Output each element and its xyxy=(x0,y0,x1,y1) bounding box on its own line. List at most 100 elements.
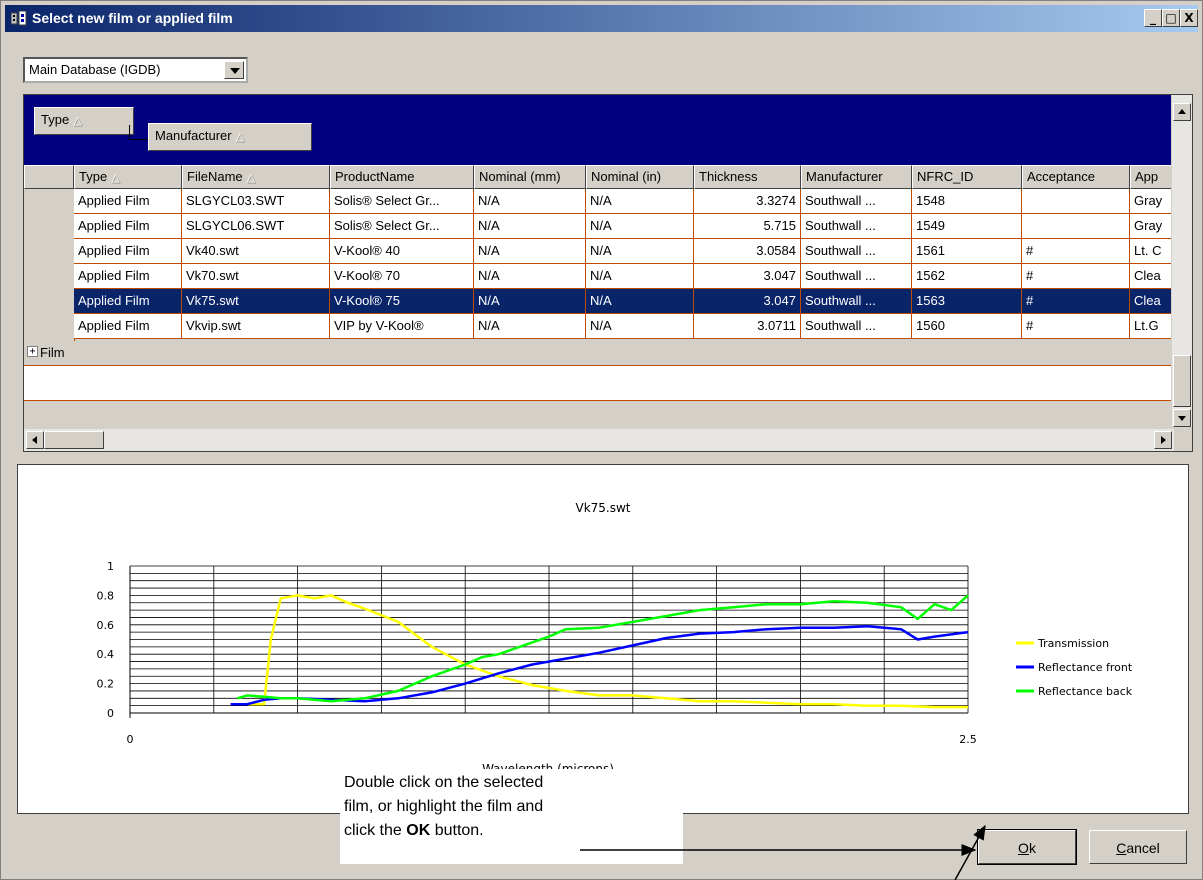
chevron-down-icon[interactable] xyxy=(224,61,244,79)
expand-plus-icon[interactable]: + xyxy=(27,346,38,357)
group-row-film[interactable]: + Film xyxy=(24,341,1172,366)
legend-label: Reflectance front xyxy=(1038,661,1133,674)
horizontal-scrollbar[interactable] xyxy=(24,429,1174,451)
column-header-filename[interactable]: FileName △ xyxy=(182,165,330,189)
maximize-icon: □ xyxy=(1165,11,1177,25)
group-chip-type[interactable]: Type △ xyxy=(34,107,134,135)
cell-productname: Solis® Select Gr... xyxy=(330,189,474,214)
cell-nominal-mm: N/A xyxy=(474,189,586,214)
cell-nominal-in: N/A xyxy=(586,314,694,339)
cell-nfrc-id: 1560 xyxy=(912,314,1022,339)
sort-ascending-icon: △ xyxy=(73,115,82,127)
column-header-label: ProductName xyxy=(335,169,415,184)
cell-nominal-in: N/A xyxy=(586,189,694,214)
group-chip-manufacturer[interactable]: Manufacturer △ xyxy=(148,123,312,151)
y-tick-label: 1 xyxy=(107,560,114,573)
group-link-line xyxy=(129,125,150,140)
cell-app: Clea xyxy=(1130,289,1172,314)
cell-productname: VIP by V-Kool® xyxy=(330,314,474,339)
cell-acceptance: # xyxy=(1022,289,1130,314)
cell-thickness: 3.0711 xyxy=(694,314,801,339)
cell-nfrc-id: 1561 xyxy=(912,239,1022,264)
scroll-right-icon[interactable] xyxy=(1154,431,1172,449)
column-header-manufacturer[interactable]: Manufacturer xyxy=(801,165,912,189)
cell-acceptance: # xyxy=(1022,314,1130,339)
grid-empty-area xyxy=(24,366,1172,401)
cell-filename: SLGYCL06.SWT xyxy=(182,214,330,239)
group-by-band: Type △ Manufacturer △ xyxy=(24,95,1172,165)
instruction-callout: Double click on the selected film, or hi… xyxy=(340,769,683,864)
column-header-app[interactable]: App xyxy=(1130,165,1172,189)
cancel-button[interactable]: Cancel xyxy=(1089,830,1187,864)
cell-thickness: 3.047 xyxy=(694,289,801,314)
cancel-label: ancel xyxy=(1126,840,1160,856)
table-row[interactable]: Applied Film Vkvip.swt VIP by V-Kool® N/A N/… xyxy=(24,314,1172,339)
vertical-scroll-thumb[interactable] xyxy=(1173,355,1191,407)
column-header-label: Nominal (mm) xyxy=(479,169,561,184)
scroll-left-icon[interactable] xyxy=(26,431,44,449)
group-row-label: Film xyxy=(40,345,65,360)
column-header-thickness[interactable]: Thickness xyxy=(694,165,801,189)
cell-nominal-in: N/A xyxy=(586,239,694,264)
vertical-scrollbar[interactable] xyxy=(1171,95,1192,427)
scroll-up-icon[interactable] xyxy=(1173,103,1191,121)
film-app-icon xyxy=(11,11,27,26)
cell-thickness: 3.3274 xyxy=(694,189,801,214)
column-header-acceptance[interactable]: Acceptance xyxy=(1022,165,1130,189)
window-title: Select new film or applied film xyxy=(32,10,233,26)
cell-nfrc-id: 1548 xyxy=(912,189,1022,214)
column-header-nominal-mm[interactable]: Nominal (mm) xyxy=(474,165,586,189)
cancel-mnemonic: C xyxy=(1116,840,1127,856)
series-line-reflectance-back xyxy=(236,594,969,703)
ok-button[interactable]: Ok xyxy=(977,829,1077,865)
x-tick-label: 0 xyxy=(127,733,134,746)
sort-ascending-icon: △ xyxy=(111,172,120,184)
cell-manufacturer: Southwall ... xyxy=(801,239,912,264)
table-row[interactable]: Applied Film Vk70.swt V-Kool® 70 N/A N/A 3.04… xyxy=(24,264,1172,289)
cell-thickness: 3.0584 xyxy=(694,239,801,264)
table-row[interactable]: Applied Film SLGYCL03.SWT Solis® Select Gr… xyxy=(24,189,1172,214)
close-button[interactable]: X xyxy=(1180,9,1198,27)
cell-nominal-mm: N/A xyxy=(474,289,586,314)
column-header-type[interactable]: Type △ xyxy=(74,165,182,189)
group-chip-label: Manufacturer xyxy=(155,128,232,143)
maximize-button[interactable]: □ xyxy=(1162,9,1180,27)
table-row[interactable]: Applied Film Vk75.swt V-Kool® 75 N/A N/A 3.04… xyxy=(24,289,1172,314)
cell-app: Clea xyxy=(1130,264,1172,289)
chart-title: Vk75.swt xyxy=(575,501,630,515)
column-header-label: NFRC_ID xyxy=(917,169,974,184)
column-header-stub xyxy=(24,165,74,189)
cell-productname: V-Kool® 40 xyxy=(330,239,474,264)
column-header-label: Type xyxy=(79,169,108,184)
group-chip-label: Type xyxy=(41,112,70,127)
title-bar: Select new film or applied film _ □ X xyxy=(5,5,1198,32)
cell-filename: Vk40.swt xyxy=(182,239,330,264)
callout-bold-text: OK xyxy=(406,822,431,839)
cell-acceptance xyxy=(1022,214,1130,239)
minimize-button[interactable]: _ xyxy=(1144,9,1162,27)
cell-thickness: 3.047 xyxy=(694,264,801,289)
horizontal-scroll-thumb[interactable] xyxy=(44,431,104,449)
column-header-label: Thickness xyxy=(699,169,758,184)
table-row[interactable]: Applied Film Vk40.swt V-Kool® 40 N/A N/A 3.05… xyxy=(24,239,1172,264)
series-line-reflectance-front xyxy=(230,625,969,706)
y-tick-label: 0.8 xyxy=(97,589,115,602)
table-row[interactable]: Applied Film SLGYCL06.SWT Solis® Select Gr… xyxy=(24,214,1172,239)
scroll-down-icon[interactable] xyxy=(1173,409,1191,427)
database-select[interactable]: Main Database (IGDB) xyxy=(23,57,248,83)
cell-nominal-mm: N/A xyxy=(474,314,586,339)
column-header-label: App xyxy=(1135,169,1159,184)
x-tick-label: 2.5 xyxy=(959,733,977,746)
y-tick-label: 0.4 xyxy=(97,648,115,661)
column-header-nfrc-id[interactable]: NFRC_ID xyxy=(912,165,1022,189)
cell-acceptance: # xyxy=(1022,264,1130,289)
film-grid: Type △ Manufacturer △ Type △ FileName △ Produc… xyxy=(23,94,1193,452)
column-header-productname[interactable]: ProductName xyxy=(330,165,474,189)
callout-text: click the xyxy=(344,822,407,839)
cell-nominal-in: N/A xyxy=(586,264,694,289)
cell-type: Applied Film xyxy=(74,314,182,339)
cell-app: Gray xyxy=(1130,189,1172,214)
cell-filename: Vk75.swt xyxy=(182,289,330,314)
column-header-nominal-in[interactable]: Nominal (in) xyxy=(586,165,694,189)
spectral-chart-panel: Vk75.swt00.20.40.60.8102.5Wavelength (mi… xyxy=(17,464,1189,814)
